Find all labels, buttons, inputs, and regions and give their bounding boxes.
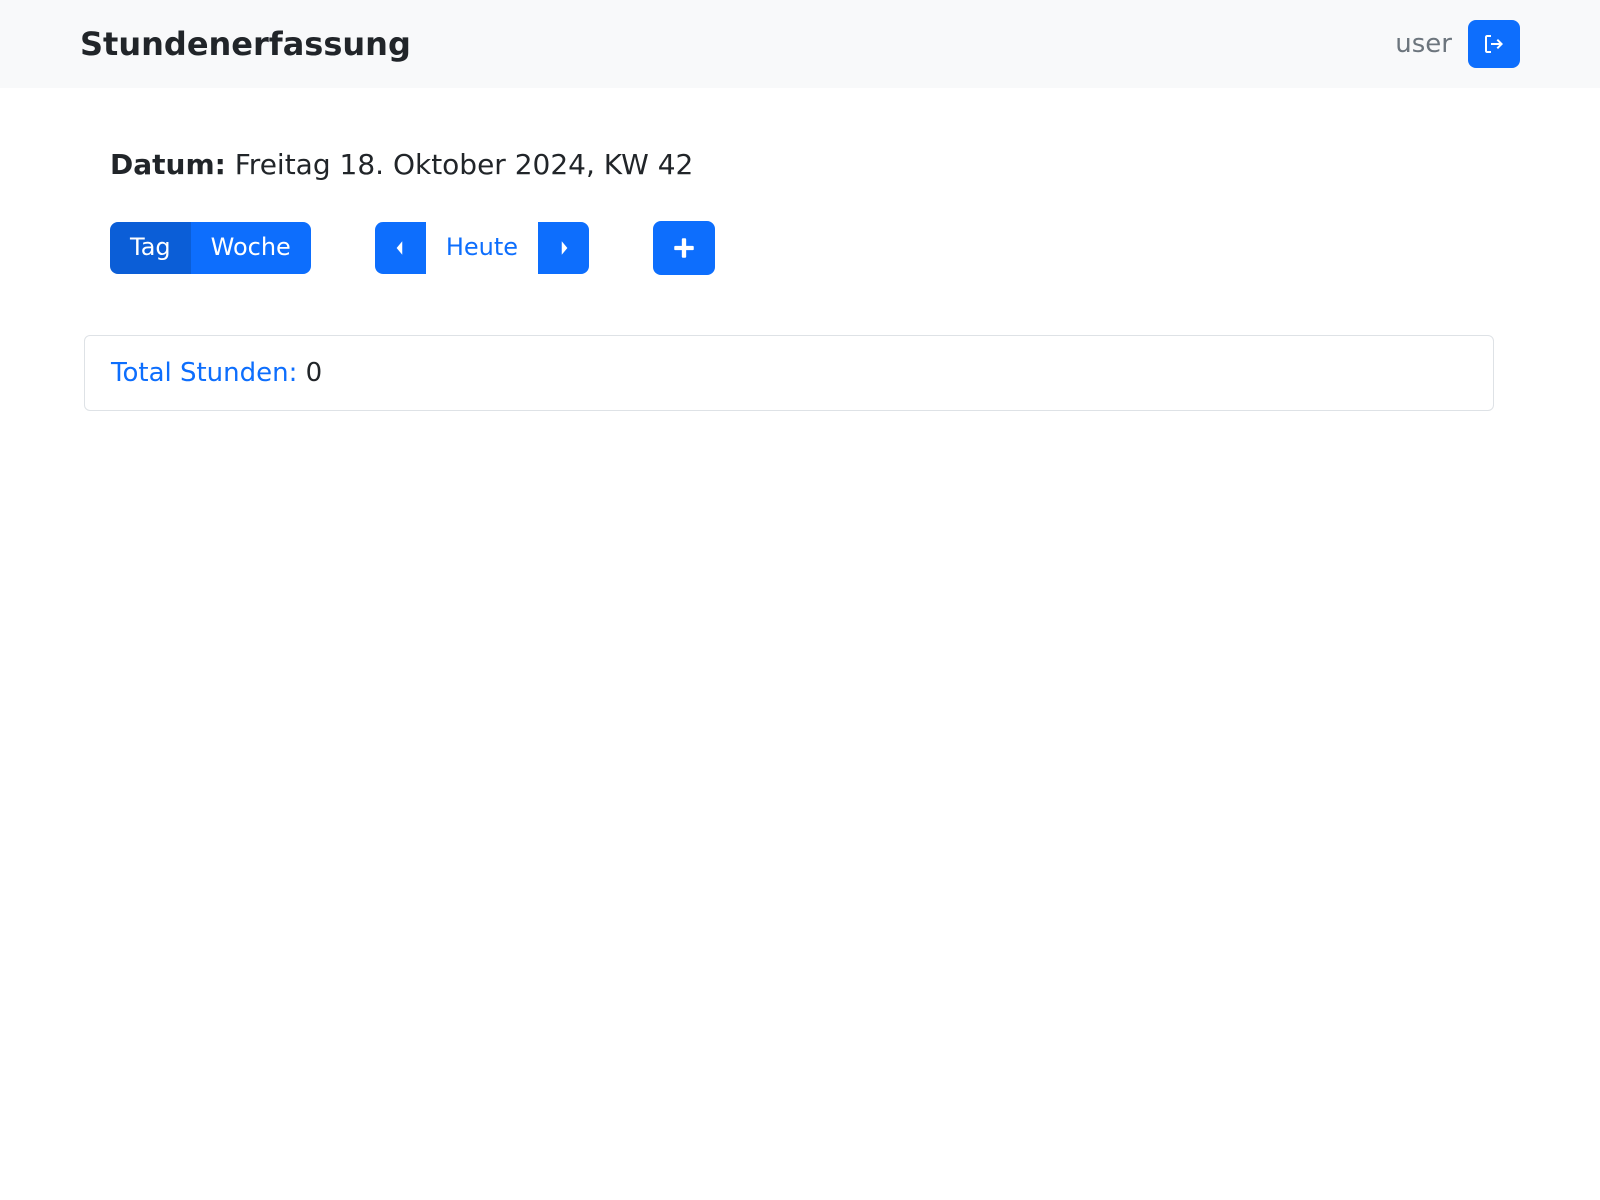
toolbar: Tag Woche Heute	[110, 221, 1490, 275]
date-label: Datum:	[110, 148, 226, 181]
app-title: Stundenerfassung	[80, 25, 411, 63]
current-date: Datum: Freitag 18. Oktober 2024, KW 42	[110, 148, 1490, 181]
next-button[interactable]	[539, 222, 589, 273]
total-label: Total Stunden:	[111, 358, 297, 388]
prev-button[interactable]	[375, 222, 425, 273]
caret-left-icon	[393, 239, 407, 257]
header-right: user	[1395, 20, 1520, 68]
total-hours: Total Stunden: 0	[111, 358, 1467, 388]
app-header: Stundenerfassung user	[0, 0, 1600, 88]
logout-icon	[1482, 32, 1506, 56]
view-day-button[interactable]: Tag	[110, 222, 191, 273]
totals-card: Total Stunden: 0	[84, 335, 1494, 411]
logout-button[interactable]	[1468, 20, 1520, 68]
add-entry-button[interactable]	[653, 221, 715, 275]
plus-icon	[671, 235, 697, 261]
date-value: Freitag 18. Oktober 2024, KW 42	[235, 148, 694, 181]
today-button[interactable]: Heute	[425, 222, 539, 273]
total-value: 0	[306, 358, 323, 388]
caret-right-icon	[557, 239, 571, 257]
view-toggle-group: Tag Woche	[110, 222, 311, 273]
view-week-button[interactable]: Woche	[191, 222, 311, 273]
date-nav-group: Heute	[375, 222, 589, 273]
main-content: Datum: Freitag 18. Oktober 2024, KW 42 T…	[0, 88, 1600, 471]
username-label: user	[1395, 29, 1452, 59]
